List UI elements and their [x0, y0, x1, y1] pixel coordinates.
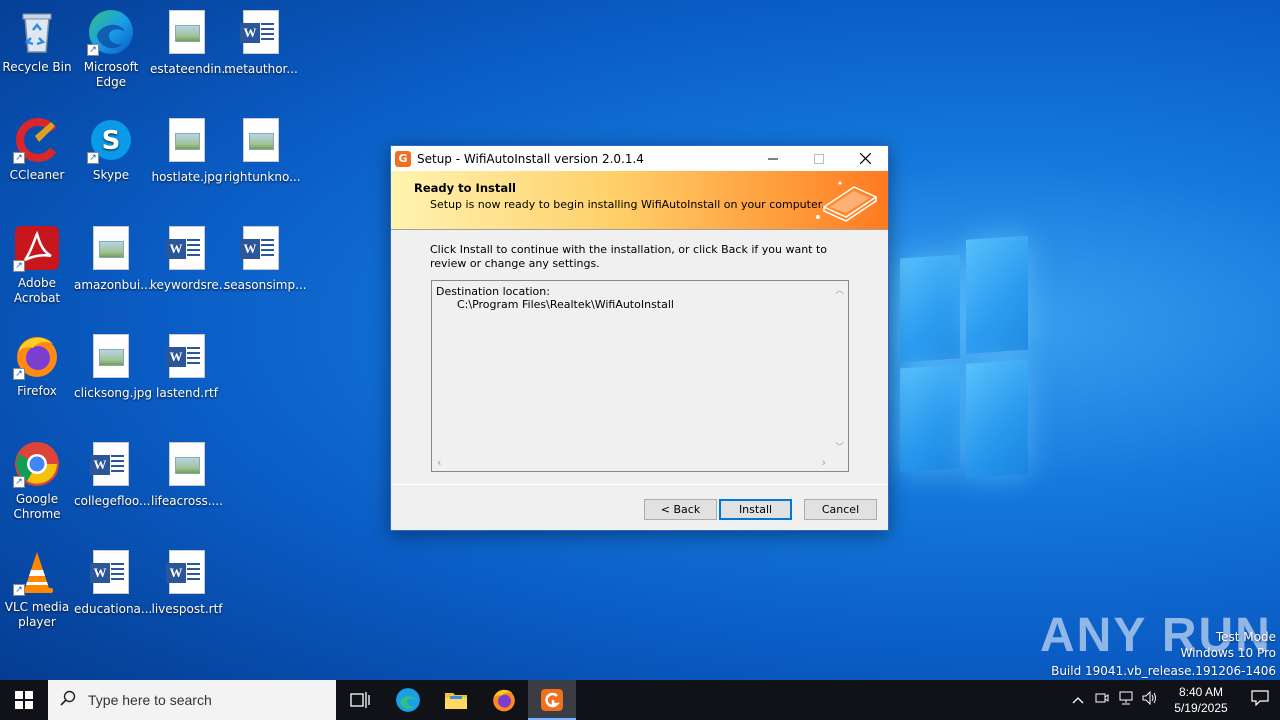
- network-icon[interactable]: [1114, 691, 1138, 709]
- task-view-button[interactable]: [336, 680, 384, 720]
- minimize-icon: [768, 158, 778, 159]
- task-view-icon: [350, 692, 370, 708]
- taskbar-search-box[interactable]: Type here to search: [48, 680, 336, 720]
- desktop-icon-vlc[interactable]: ↗ VLC media player: [0, 548, 74, 630]
- edge-icon: ↗: [87, 8, 135, 56]
- maximize-icon: [814, 153, 824, 164]
- desktop-icon-file[interactable]: W lastend.rtf: [150, 332, 224, 401]
- desktop-icon-firefox[interactable]: ↗ Firefox: [0, 332, 74, 399]
- close-icon: [859, 153, 871, 164]
- image-file-icon: [163, 442, 211, 490]
- taskbar-clock[interactable]: 8:40 AM 5/19/2025: [1162, 684, 1240, 716]
- start-button[interactable]: [0, 680, 48, 720]
- word-document-icon: W: [237, 10, 285, 58]
- edge-icon: [396, 688, 420, 712]
- horizontal-scrollbar[interactable]: ‹ ›: [432, 454, 831, 471]
- image-file-icon: [163, 118, 211, 166]
- image-file-icon: [237, 118, 285, 166]
- maximize-button: [796, 146, 842, 171]
- build-text: Build 19041.vb_release.191206-1406: [1051, 664, 1276, 678]
- search-placeholder: Type here to search: [88, 692, 212, 708]
- word-document-icon: W: [87, 442, 135, 490]
- wizard-banner-icon: [816, 181, 878, 222]
- desktop-icon-ccleaner[interactable]: ↗ CCleaner: [0, 116, 74, 183]
- ready-memo[interactable]: Destination location: C:\Program Files\R…: [431, 280, 849, 472]
- taskbar: Type here to search 8:40 AM 5/19/2025: [0, 680, 1280, 720]
- desktop-icon-edge[interactable]: ↗ Microsoft Edge: [74, 8, 148, 90]
- image-file-icon: [87, 226, 135, 274]
- ccleaner-icon: ↗: [13, 116, 61, 164]
- dialog-title: Setup - WifiAutoInstall version 2.0.1.4: [417, 151, 644, 166]
- chevron-up-icon[interactable]: [1066, 693, 1090, 708]
- back-button[interactable]: < Back: [644, 499, 717, 520]
- notification-center-icon[interactable]: [1240, 690, 1280, 710]
- scroll-up-icon[interactable]: ︿: [835, 283, 844, 296]
- word-document-icon: W: [163, 550, 211, 598]
- search-icon: [48, 690, 88, 711]
- desktop-icon-file[interactable]: lifeacross....: [150, 440, 224, 509]
- desktop-icon-chrome[interactable]: ↗ Google Chrome: [0, 440, 74, 522]
- desktop-icon-file[interactable]: W keywordsre...: [150, 224, 230, 293]
- firefox-icon: ↗: [13, 332, 61, 380]
- chrome-icon: ↗: [13, 440, 61, 488]
- clock-date: 5/19/2025: [1174, 701, 1228, 715]
- desktop-icon-file[interactable]: hostlate.jpg: [150, 116, 224, 185]
- recycle-bin-icon: [13, 8, 61, 56]
- divider: [391, 484, 888, 485]
- firefox-icon: [493, 689, 515, 712]
- app-icon: G: [395, 150, 411, 167]
- word-document-icon: W: [237, 226, 285, 274]
- wizard-header: Ready to Install Setup is now ready to b…: [391, 171, 888, 230]
- scroll-right-icon[interactable]: ›: [822, 456, 826, 469]
- memo-text: Destination location: C:\Program Files\R…: [436, 285, 674, 311]
- windows-wallpaper-logo: [900, 235, 1030, 484]
- acrobat-icon: ↗: [13, 224, 61, 272]
- clock-time: 8:40 AM: [1178, 685, 1224, 699]
- windows-start-icon: [15, 691, 33, 709]
- setup-app-icon: [541, 689, 563, 711]
- vlc-cone-icon: ↗: [13, 548, 61, 596]
- word-document-icon: W: [163, 334, 211, 382]
- desktop-icon-file[interactable]: clicksong.jpg: [74, 332, 152, 401]
- desktop-icon-recycle-bin[interactable]: Recycle Bin: [0, 8, 74, 75]
- svg-text:S: S: [102, 126, 121, 156]
- minimize-button[interactable]: [750, 146, 796, 171]
- wizard-page-title: Ready to Install: [414, 181, 517, 195]
- taskbar-firefox[interactable]: [480, 680, 528, 720]
- desktop-icon-file[interactable]: rightunkno...: [224, 116, 301, 185]
- desktop-icon-skype[interactable]: S ↗ Skype: [74, 116, 148, 183]
- windows-edition-text: Windows 10 Pro: [1180, 646, 1276, 660]
- install-button[interactable]: Install: [719, 499, 792, 520]
- setup-dialog: G Setup - WifiAutoInstall version 2.0.1.…: [390, 145, 889, 531]
- word-document-icon: W: [163, 226, 211, 274]
- scroll-left-icon[interactable]: ‹: [437, 456, 441, 469]
- scroll-down-icon[interactable]: ﹀: [835, 440, 844, 453]
- folder-icon: [445, 693, 467, 709]
- desktop-icon-acrobat[interactable]: ↗ Adobe Acrobat: [0, 224, 74, 306]
- taskbar-setup-app[interactable]: [528, 680, 576, 720]
- skype-icon: S ↗: [87, 116, 135, 164]
- meet-now-icon[interactable]: [1090, 691, 1114, 709]
- word-document-icon: W: [87, 550, 135, 598]
- desktop-icon-file[interactable]: amazonbui...: [74, 224, 152, 293]
- desktop-icon-file[interactable]: estateendin...: [150, 8, 233, 77]
- system-tray: 8:40 AM 5/19/2025: [1066, 680, 1280, 720]
- install-instructions: Click Install to continue with the insta…: [430, 243, 828, 270]
- desktop-icon-file[interactable]: W educationa...: [74, 548, 152, 617]
- taskbar-edge[interactable]: [384, 680, 432, 720]
- cancel-button[interactable]: Cancel: [804, 499, 877, 520]
- image-file-icon: [163, 10, 211, 58]
- desktop-icon-file[interactable]: W livespost.rtf: [150, 548, 224, 617]
- wizard-page-subtitle: Setup is now ready to begin installing W…: [430, 198, 825, 211]
- dialog-titlebar[interactable]: G Setup - WifiAutoInstall version 2.0.1.…: [391, 146, 888, 171]
- desktop-icon-file[interactable]: W metauthor...: [224, 8, 298, 77]
- desktop-icon-file[interactable]: W seasonsimp...: [224, 224, 307, 293]
- vertical-scrollbar[interactable]: ︿ ﹀: [831, 281, 848, 455]
- desktop-icon-file[interactable]: W collegefloo...: [74, 440, 150, 509]
- volume-icon[interactable]: [1138, 690, 1162, 709]
- test-mode-text: Test Mode: [1215, 630, 1276, 644]
- close-button[interactable]: [842, 146, 888, 171]
- image-file-icon: [87, 334, 135, 382]
- taskbar-file-explorer[interactable]: [432, 680, 480, 720]
